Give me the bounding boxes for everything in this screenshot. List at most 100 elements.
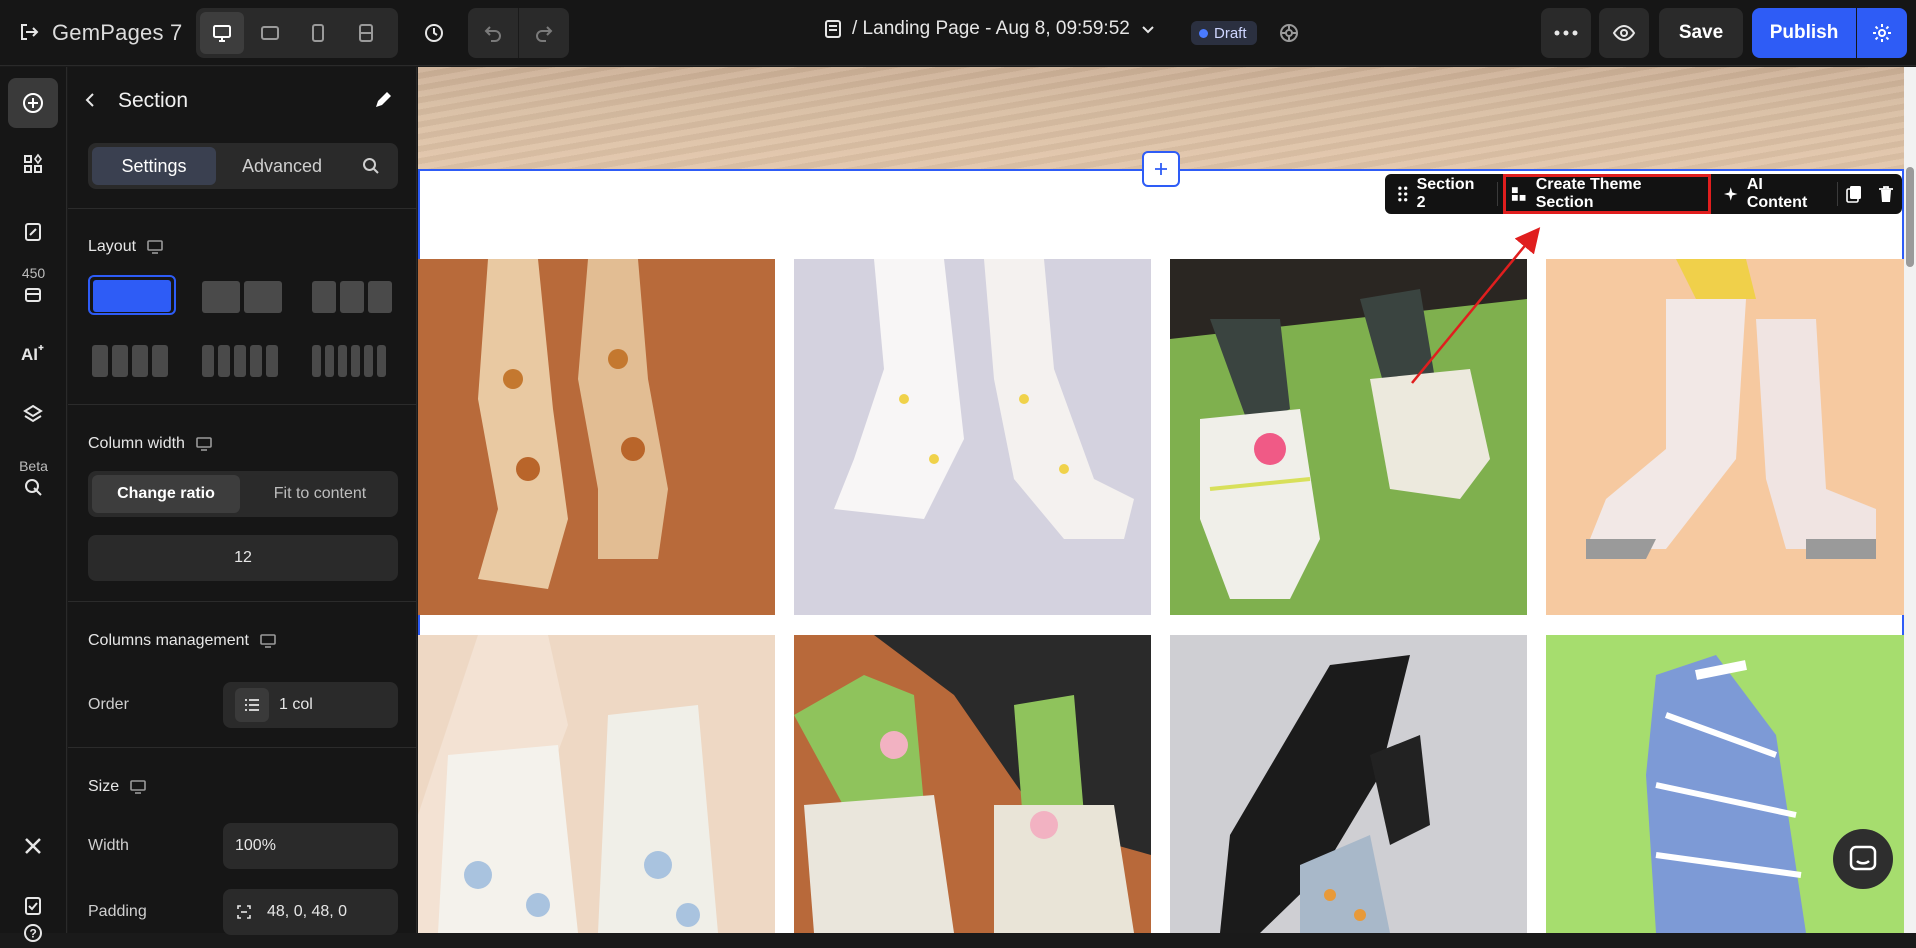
columns-management-label: Columns management (88, 632, 277, 650)
column-width-label: Column width (88, 435, 213, 453)
layout-5-col[interactable] (198, 341, 286, 381)
more-options-button[interactable] (1541, 8, 1591, 58)
preview-button[interactable] (1599, 8, 1649, 58)
order-label: Order (88, 696, 129, 713)
page-edit-icon (25, 223, 41, 241)
x-button[interactable] (8, 821, 58, 871)
layout-3-col[interactable] (308, 277, 396, 317)
list-icon (235, 688, 269, 722)
device-switcher (196, 8, 398, 58)
settings-panel: Section Settings Advanced Layout Column … (68, 67, 417, 935)
chevron-down-icon (1142, 26, 1154, 34)
page-title-dropdown[interactable]: / Landing Page - Aug 8, 09:59:52 (824, 18, 1156, 40)
ai-button[interactable]: AI (8, 329, 58, 379)
tab-advanced[interactable]: Advanced (220, 147, 344, 185)
duplicate-button[interactable] (1838, 174, 1870, 214)
width-label: Width (88, 837, 129, 854)
x-logo-icon (25, 838, 41, 854)
plus-circle-icon (23, 93, 43, 113)
editor-canvas[interactable]: Section 2 Create Theme Section AI Conten… (418, 67, 1904, 933)
history-button[interactable] (414, 12, 454, 54)
create-theme-section-button[interactable]: Create Theme Section (1498, 174, 1710, 214)
custom-view-button[interactable] (344, 12, 388, 54)
panel-tabs: Settings Advanced (88, 143, 398, 189)
help-button[interactable]: ? (8, 918, 58, 948)
geometric-socks-photo[interactable] (1546, 635, 1904, 933)
checklist-icon (25, 897, 41, 915)
order-select[interactable]: 1 col (223, 682, 398, 728)
layout-1-col[interactable] (88, 275, 176, 315)
fuzzy-pink-socks-photo[interactable] (1546, 259, 1904, 615)
width-input[interactable]: 100% (223, 823, 398, 869)
sneaker-socks-photo[interactable] (1170, 259, 1527, 615)
status-badge: Draft (1191, 21, 1257, 45)
duplicate-icon (1846, 186, 1861, 203)
pages-button[interactable] (8, 207, 58, 257)
layers-icon (23, 404, 43, 423)
boots-socks-photo[interactable] (1170, 635, 1527, 933)
padding-input[interactable]: 48, 0, 48, 0 (223, 889, 398, 935)
search-icon[interactable] (362, 157, 380, 180)
ai-content-button[interactable]: AI Content (1711, 174, 1837, 214)
layers-button[interactable] (8, 389, 58, 439)
ai-icon: AI (21, 345, 44, 364)
add-section-button[interactable] (1142, 151, 1180, 187)
padding-icon (237, 905, 251, 919)
top-bar: GemPages 7 / Landing Page - Aug 8, 09:59… (0, 0, 1916, 66)
duck-socks-photo[interactable] (794, 259, 1151, 615)
add-element-button[interactable] (8, 78, 58, 128)
apps-icon (25, 288, 41, 302)
tab-settings[interactable]: Settings (92, 147, 216, 185)
svg-text:AI: AI (21, 345, 38, 364)
redo-button[interactable] (519, 8, 569, 58)
ai-model-icon[interactable] (1277, 21, 1301, 50)
page-title-text: / Landing Page - Aug 8, 09:59:52 (852, 18, 1130, 39)
panel-title: Section (118, 89, 189, 112)
layout-label: Layout (88, 238, 164, 256)
tiger-socks-photo[interactable] (418, 259, 775, 615)
size-label: Size (88, 778, 147, 796)
back-arrow-icon[interactable] (82, 91, 100, 114)
tablet-landscape-view-button[interactable] (248, 12, 292, 54)
svg-text:?: ? (30, 927, 37, 941)
chat-icon (1849, 845, 1877, 871)
sections-button[interactable] (8, 139, 58, 189)
layout-4-col[interactable] (88, 341, 176, 381)
page-icon (825, 20, 841, 38)
help-icon: ? (24, 924, 42, 942)
desktop-icon (260, 634, 276, 648)
section-toolbar: Section 2 Create Theme Section AI Conten… (1385, 174, 1902, 214)
apps-button[interactable] (8, 270, 58, 320)
sparkle-icon (1724, 187, 1738, 201)
plus-icon (1155, 163, 1167, 175)
desktop-view-button[interactable] (200, 12, 244, 54)
undo-button[interactable] (468, 8, 518, 58)
column-ratio-field[interactable]: 12 (88, 535, 398, 581)
change-ratio-option[interactable]: Change ratio (92, 475, 240, 513)
canvas-scrollbar[interactable] (1904, 67, 1916, 933)
trash-icon (1879, 186, 1893, 202)
panel-header: Section (68, 67, 417, 135)
save-button[interactable]: Save (1659, 8, 1743, 58)
publish-button[interactable]: Publish (1752, 8, 1856, 58)
column-width-toggle: Change ratio Fit to content (88, 471, 398, 517)
white-fuzzy-socks-photo[interactable] (418, 635, 775, 933)
chat-support-button[interactable] (1833, 829, 1893, 889)
fit-to-content-option[interactable]: Fit to content (246, 475, 394, 513)
pencil-icon[interactable] (372, 89, 394, 116)
gear-icon (1873, 24, 1891, 42)
publish-settings-button[interactable] (1857, 8, 1907, 58)
horse-socks-photo[interactable] (794, 635, 1151, 933)
delete-button[interactable] (1870, 174, 1902, 214)
section-drag-handle[interactable]: Section 2 (1385, 174, 1497, 214)
layout-6-col[interactable] (308, 341, 396, 381)
cursor-target-icon (25, 479, 42, 496)
undo-redo-group (468, 8, 569, 58)
desktop-icon (147, 240, 163, 254)
exit-icon[interactable] (18, 21, 40, 43)
desktop-icon (196, 437, 212, 451)
layout-2-col[interactable] (198, 277, 286, 317)
interaction-button[interactable] (8, 462, 58, 512)
mobile-view-button[interactable] (296, 12, 340, 54)
sections-icon (24, 153, 42, 173)
